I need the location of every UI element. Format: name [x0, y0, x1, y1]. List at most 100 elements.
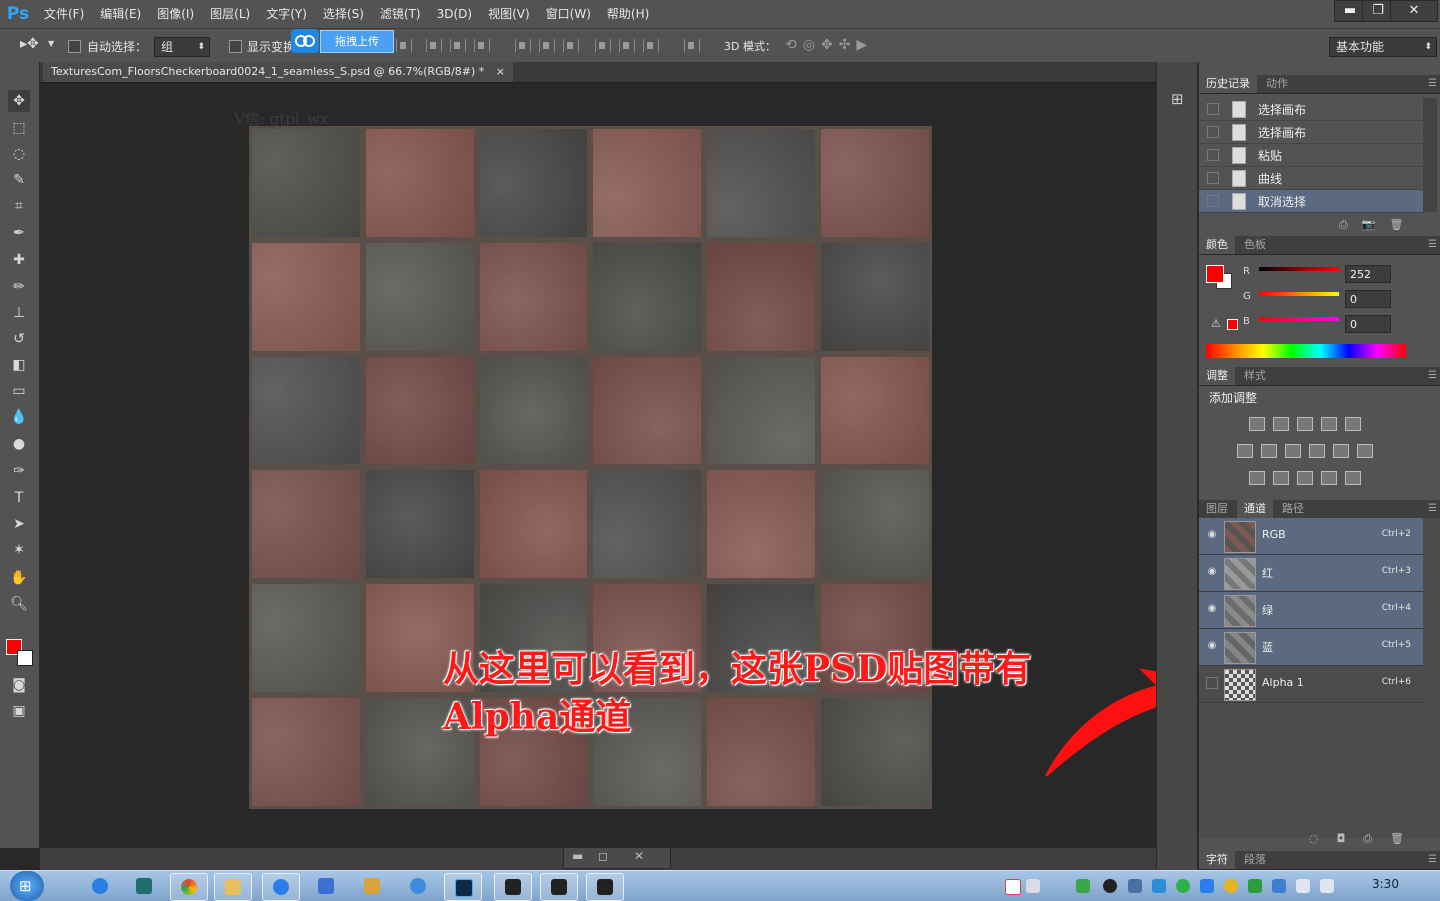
brush-tool-icon[interactable]: ✏ — [8, 276, 30, 298]
channel-row[interactable]: ◉ 绿 Ctrl+4 — [1199, 592, 1423, 629]
selective-color-icon[interactable] — [1321, 471, 1337, 485]
tab-swatches[interactable]: 色板 — [1237, 236, 1273, 254]
auto-align-icon[interactable] — [684, 39, 700, 52]
history-checkbox[interactable] — [1207, 172, 1219, 184]
keyboard-tray-icon[interactable] — [1026, 879, 1040, 893]
distribute-left-icon[interactable] — [595, 39, 611, 52]
distribute-vcenter-icon[interactable] — [539, 39, 555, 52]
menu-image[interactable]: 图像(I) — [149, 0, 202, 28]
baidu-cloud-icon[interactable] — [291, 29, 319, 53]
move-tool-icon[interactable]: ✥ — [8, 90, 30, 112]
menu-file[interactable]: 文件(F) — [36, 0, 92, 28]
pdf-tray-icon[interactable] — [1005, 879, 1021, 895]
pen-tool-icon[interactable]: ✑ — [8, 460, 30, 482]
vs-tray-icon[interactable] — [1128, 879, 1142, 893]
type-tool-icon[interactable]: T — [8, 487, 30, 509]
auto-select-dropdown[interactable]: 组 ⬍ — [154, 37, 210, 57]
network-tray-icon[interactable] — [1296, 879, 1310, 893]
quick-mask-icon[interactable]: ◙ — [8, 674, 30, 696]
shape-tool-icon[interactable]: ✶ — [8, 539, 30, 561]
menu-3d[interactable]: 3D(D) — [429, 0, 480, 28]
path-select-tool-icon[interactable]: ➤ — [8, 513, 30, 535]
gradient-map-icon[interactable] — [1345, 471, 1361, 485]
photo-filter-icon[interactable] — [1309, 444, 1325, 458]
healing-brush-tool-icon[interactable]: ✚ — [8, 249, 30, 271]
eyedropper-tool-icon[interactable]: ✒ — [8, 222, 30, 244]
panel-menu-icon[interactable]: ☰ — [1428, 500, 1437, 518]
unity-taskbar-icon-1[interactable] — [494, 873, 532, 901]
color-ramp[interactable] — [1206, 344, 1406, 358]
g-value-field[interactable]: 0 — [1345, 290, 1391, 308]
eye-icon[interactable]: ◉ — [1206, 566, 1218, 578]
move-tool-icon[interactable]: ▸✥ — [20, 36, 39, 52]
crop-tool-icon[interactable]: ⌗ — [8, 195, 30, 217]
history-row-selected[interactable]: 取消选择 — [1199, 190, 1423, 213]
tab-actions[interactable]: 动作 — [1259, 75, 1295, 93]
ie-taskbar-icon[interactable] — [82, 873, 118, 899]
tab-layers[interactable]: 图层 — [1199, 500, 1235, 518]
align-icon[interactable] — [396, 39, 412, 52]
explorer-taskbar-icon[interactable] — [214, 873, 252, 901]
tab-paths[interactable]: 路径 — [1275, 500, 1311, 518]
lasso-tool-icon[interactable]: ◌ — [8, 143, 30, 165]
distribute-top-icon[interactable] — [515, 39, 531, 52]
visibility-toggle[interactable] — [1206, 677, 1218, 689]
cursor-tray-icon[interactable] — [1152, 879, 1166, 893]
history-row[interactable]: 选择画布 — [1199, 121, 1423, 144]
eye-icon[interactable]: ◉ — [1206, 603, 1218, 615]
menu-filter[interactable]: 滤镜(T) — [372, 0, 429, 28]
tab-channels[interactable]: 通道 — [1237, 500, 1273, 518]
cloud-tray-icon[interactable] — [1200, 879, 1214, 893]
dodge-tool-icon[interactable]: ● — [8, 433, 30, 455]
menu-type[interactable]: 文字(Y) — [258, 0, 315, 28]
quick-select-tool-icon[interactable]: ✎ — [8, 169, 30, 191]
tab-close-icon[interactable]: × — [496, 65, 505, 78]
history-row[interactable]: 曲线 — [1199, 167, 1423, 190]
foreground-swatch[interactable] — [1206, 265, 1224, 283]
tab-adjustments[interactable]: 调整 — [1199, 367, 1235, 385]
history-brush-tool-icon[interactable]: ↺ — [8, 328, 30, 350]
posterize-icon[interactable] — [1273, 471, 1289, 485]
menu-layer[interactable]: 图层(L) — [202, 0, 258, 28]
history-scrollbar[interactable] — [1423, 98, 1437, 212]
color-balance-icon[interactable] — [1261, 444, 1277, 458]
b-value-field[interactable]: 0 — [1345, 315, 1391, 333]
mail-taskbar-icon[interactable] — [308, 873, 344, 899]
close-icon[interactable]: ✕ — [634, 849, 644, 863]
tab-character[interactable]: 字符 — [1199, 851, 1235, 869]
distribute-bottom-icon[interactable] — [563, 39, 579, 52]
shield-tray-icon[interactable] — [1248, 879, 1262, 893]
unity-taskbar-icon-2[interactable] — [540, 873, 578, 901]
channel-row[interactable]: ◉ 蓝 Ctrl+5 — [1199, 629, 1423, 666]
channel-row[interactable]: ◉ 红 Ctrl+3 — [1199, 555, 1423, 592]
3d-mode-icons[interactable]: ⟲◎✥✣▶ — [785, 37, 873, 53]
baidu-taskbar-icon[interactable] — [262, 873, 300, 901]
panel-menu-icon[interactable]: ☰ — [1428, 367, 1437, 385]
vibrance-icon[interactable] — [1345, 417, 1361, 431]
history-checkbox[interactable] — [1207, 149, 1219, 161]
menu-help[interactable]: 帮助(H) — [599, 0, 657, 28]
history-checkbox[interactable] — [1207, 103, 1219, 115]
eye-icon[interactable]: ◉ — [1206, 529, 1218, 541]
history-footer-icons[interactable]: ⎙📷🗑 — [1339, 218, 1417, 232]
exposure-icon[interactable] — [1321, 417, 1337, 431]
curves-icon[interactable] — [1297, 417, 1313, 431]
history-checkbox[interactable] — [1207, 195, 1219, 207]
eye-icon[interactable]: ◉ — [1206, 640, 1218, 652]
tab-styles[interactable]: 样式 — [1237, 367, 1273, 385]
distribute-right-icon[interactable] — [643, 39, 659, 52]
threshold-icon[interactable] — [1297, 471, 1313, 485]
channel-row[interactable]: Alpha 1 Ctrl+6 — [1199, 666, 1423, 703]
channel-mixer-icon[interactable] — [1333, 444, 1349, 458]
history-checkbox[interactable] — [1207, 126, 1219, 138]
tab-paragraph[interactable]: 段落 — [1237, 851, 1273, 869]
chevron-down-icon[interactable]: ▼ — [48, 39, 54, 48]
black-white-icon[interactable] — [1285, 444, 1301, 458]
restore-icon[interactable]: ◻ — [598, 849, 608, 863]
align-bottom-icon[interactable] — [474, 39, 490, 52]
auto-select-checkbox[interactable] — [68, 40, 81, 53]
panel-menu-icon[interactable]: ☰ — [1428, 851, 1437, 869]
g-slider[interactable] — [1259, 292, 1339, 296]
menu-edit[interactable]: 编辑(E) — [92, 0, 149, 28]
screen-mode-icon[interactable]: ▣ — [8, 700, 30, 722]
